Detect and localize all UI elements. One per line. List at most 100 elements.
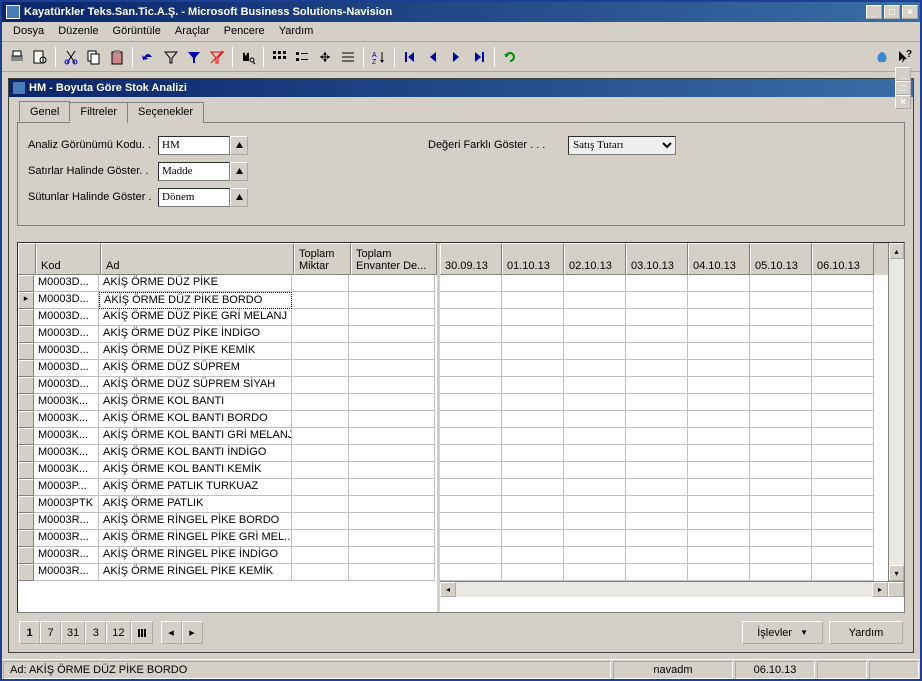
cell-date-value[interactable] <box>626 394 688 411</box>
cell-date-value[interactable] <box>812 309 874 326</box>
cell-date-value[interactable] <box>688 343 750 360</box>
table-row[interactable]: M0003R...AKİŞ ÖRME RİNGEL PİKE GRİ MEL..… <box>18 530 437 547</box>
cell-toplam-envanter[interactable] <box>349 343 435 360</box>
cell-kod[interactable]: M0003D... <box>34 309 99 326</box>
cell-toplam-envanter[interactable] <box>349 292 435 309</box>
show-lines-input[interactable] <box>158 162 230 181</box>
sort-icon[interactable]: AZ <box>368 46 390 68</box>
field-filter-icon[interactable] <box>160 46 182 68</box>
cell-date-value[interactable] <box>750 377 812 394</box>
table-row[interactable]: M0003D...AKİŞ ÖRME DÜZ PİKE KEMİK <box>18 343 437 360</box>
horizontal-scrollbar[interactable]: ◂ ▸ <box>440 581 904 597</box>
table-row[interactable] <box>440 309 888 326</box>
col-header-date[interactable]: 02.10.13 <box>564 243 626 275</box>
cell-kod[interactable]: M0003D... <box>34 360 99 377</box>
cell-kod[interactable]: M0003R... <box>34 547 99 564</box>
table-row[interactable]: M0003D...AKİŞ ÖRME DÜZ SÜPREM <box>18 360 437 377</box>
col-header-date[interactable]: 06.10.13 <box>812 243 874 275</box>
cell-date-value[interactable] <box>688 275 750 292</box>
row-selector[interactable] <box>18 462 34 479</box>
cell-date-value[interactable] <box>502 513 564 530</box>
cell-date-value[interactable] <box>564 479 626 496</box>
row-selector[interactable] <box>18 326 34 343</box>
cell-date-value[interactable] <box>440 530 502 547</box>
cell-date-value[interactable] <box>812 360 874 377</box>
cell-date-value[interactable] <box>688 530 750 547</box>
row-selector[interactable] <box>18 496 34 513</box>
cell-ad[interactable]: AKİŞ ÖRME DÜZ SÜPREM <box>99 360 292 377</box>
menu-tools[interactable]: Araçlar <box>168 24 217 39</box>
cell-date-value[interactable] <box>440 479 502 496</box>
cell-toplam-envanter[interactable] <box>349 547 435 564</box>
cell-date-value[interactable] <box>750 496 812 513</box>
cell-date-value[interactable] <box>688 564 750 581</box>
cell-toplam-miktar[interactable] <box>292 479 349 496</box>
cell-toplam-miktar[interactable] <box>292 360 349 377</box>
table-row[interactable] <box>440 479 888 496</box>
show-lines-lookup[interactable] <box>230 162 248 181</box>
cell-date-value[interactable] <box>440 309 502 326</box>
cell-date-value[interactable] <box>688 428 750 445</box>
cell-toplam-miktar[interactable] <box>292 547 349 564</box>
menu-window[interactable]: Pencere <box>217 24 272 39</box>
cell-date-value[interactable] <box>440 547 502 564</box>
cell-kod[interactable]: M0003R... <box>34 564 99 581</box>
cell-ad[interactable]: AKİŞ ÖRME PATLIK TURKUAZ <box>99 479 292 496</box>
cell-date-value[interactable] <box>502 377 564 394</box>
table-row[interactable] <box>440 564 888 581</box>
cell-date-value[interactable] <box>564 394 626 411</box>
cell-date-value[interactable] <box>688 547 750 564</box>
row-selector[interactable] <box>18 428 34 445</box>
list-lines-icon[interactable] <box>337 46 359 68</box>
table-row[interactable] <box>440 530 888 547</box>
analysis-view-code-lookup[interactable] <box>230 136 248 155</box>
cell-date-value[interactable] <box>812 564 874 581</box>
cell-date-value[interactable] <box>688 513 750 530</box>
cell-date-value[interactable] <box>750 394 812 411</box>
cell-kod[interactable]: M0003D... <box>34 377 99 394</box>
table-row[interactable] <box>440 496 888 513</box>
cell-kod[interactable]: M0003K... <box>34 462 99 479</box>
period-1-button[interactable]: 1 <box>19 621 40 644</box>
cell-date-value[interactable] <box>812 377 874 394</box>
cell-date-value[interactable] <box>502 360 564 377</box>
cell-date-value[interactable] <box>564 360 626 377</box>
cell-date-value[interactable] <box>626 411 688 428</box>
cell-toplam-envanter[interactable] <box>349 309 435 326</box>
cell-ad[interactable]: AKİŞ ÖRME DÜZ PİKE GRİ MELANJ <box>99 309 292 326</box>
cell-date-value[interactable] <box>750 479 812 496</box>
cell-date-value[interactable] <box>564 564 626 581</box>
cell-date-value[interactable] <box>440 411 502 428</box>
cell-toplam-miktar[interactable] <box>292 445 349 462</box>
cell-date-value[interactable] <box>688 394 750 411</box>
cell-kod[interactable]: M0003R... <box>34 513 99 530</box>
print-icon[interactable] <box>6 46 28 68</box>
cell-date-value[interactable] <box>688 496 750 513</box>
cell-date-value[interactable] <box>564 445 626 462</box>
cell-toplam-miktar[interactable] <box>292 513 349 530</box>
scroll-down-icon[interactable]: ▾ <box>889 565 904 581</box>
cell-date-value[interactable] <box>502 530 564 547</box>
cell-ad[interactable]: AKİŞ ÖRME DÜZ PİKE <box>99 275 292 292</box>
cell-ad[interactable]: AKİŞ ÖRME KOL BANTI GRİ MELANJ <box>99 428 292 445</box>
cell-date-value[interactable] <box>440 513 502 530</box>
cell-ad[interactable]: AKİŞ ÖRME KOL BANTI KEMİK <box>99 462 292 479</box>
cell-date-value[interactable] <box>564 326 626 343</box>
cell-date-value[interactable] <box>564 411 626 428</box>
cell-date-value[interactable] <box>440 462 502 479</box>
whats-this-icon[interactable]: ? <box>894 46 916 68</box>
hint-icon[interactable] <box>871 46 893 68</box>
cell-date-value[interactable] <box>688 377 750 394</box>
cell-kod[interactable]: M0003P... <box>34 479 99 496</box>
cell-date-value[interactable] <box>502 394 564 411</box>
period-7-button[interactable]: 7 <box>40 621 61 644</box>
cell-date-value[interactable] <box>750 292 812 309</box>
cell-toplam-envanter[interactable] <box>349 428 435 445</box>
cell-ad[interactable]: AKİŞ ÖRME DÜZ PİKE KEMİK <box>99 343 292 360</box>
cell-toplam-miktar[interactable] <box>292 309 349 326</box>
cell-kod[interactable]: M0003D... <box>34 275 99 292</box>
show-columns-input[interactable] <box>158 188 230 207</box>
row-selector[interactable] <box>18 377 34 394</box>
cell-toplam-miktar[interactable] <box>292 377 349 394</box>
cell-date-value[interactable] <box>564 343 626 360</box>
